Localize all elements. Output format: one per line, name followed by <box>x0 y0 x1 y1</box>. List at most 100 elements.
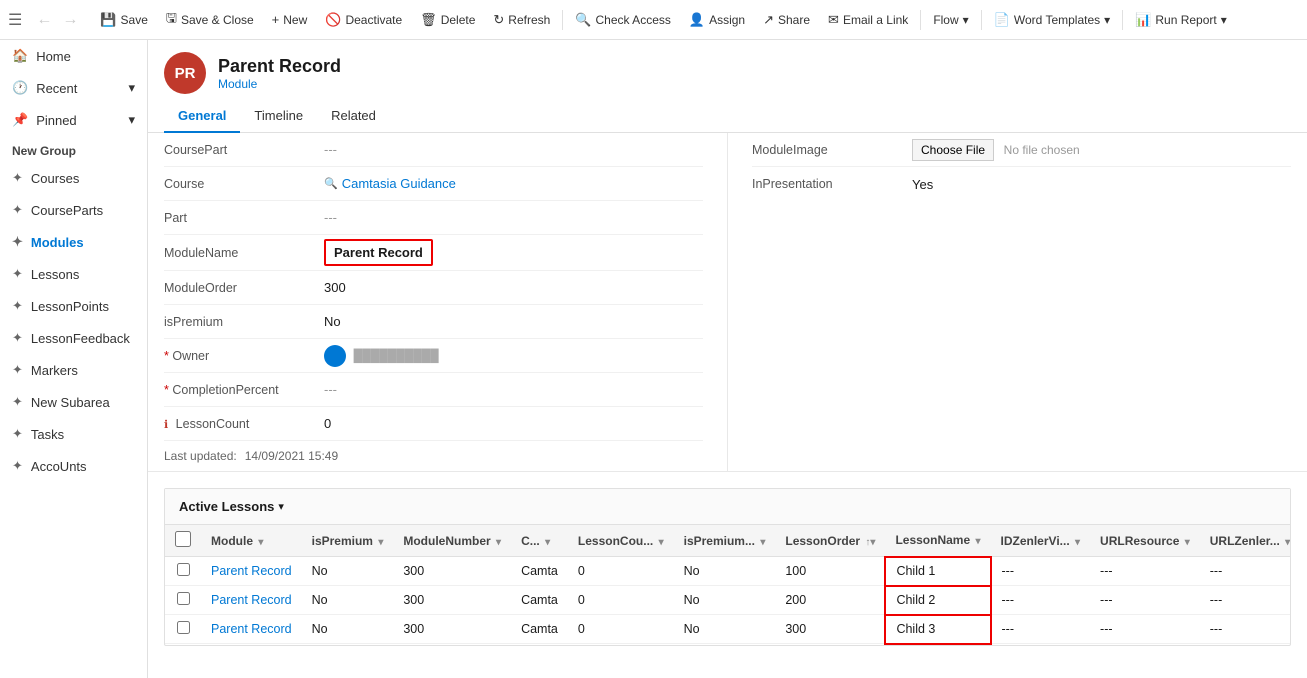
section-chevron-icon[interactable]: ▾ <box>278 500 284 513</box>
value-part: --- <box>324 210 703 225</box>
tab-related[interactable]: Related <box>317 100 390 133</box>
record-subtitle[interactable]: Module <box>218 77 341 91</box>
delete-button[interactable]: 🗑 Delete <box>412 8 483 32</box>
col-header-c[interactable]: C... ▾ <box>511 525 568 557</box>
value-lessoncount: 0 <box>324 416 703 431</box>
col-header-ispremium[interactable]: isPremium ▾ <box>302 525 394 557</box>
save-close-button[interactable]: 🖫 Save & Close <box>158 5 262 35</box>
form-row-lessoncount: ℹ LessonCount 0 <box>164 407 703 441</box>
accounts-icon: ✦ <box>12 458 23 474</box>
flow-button[interactable]: Flow ▾ <box>925 9 976 31</box>
sidebar-item-recent[interactable]: 🕐 Recent ▾ <box>0 72 147 104</box>
sort-c-icon: ▾ <box>545 537 550 548</box>
label-course: Course <box>164 177 324 191</box>
check-access-button[interactable]: 🔍 Check Access <box>567 8 679 32</box>
forward-button[interactable]: → <box>58 9 82 31</box>
label-lessoncount: ℹ LessonCount <box>164 417 324 431</box>
value-owner: ██████████ <box>324 345 703 367</box>
sidebar-item-pinned[interactable]: 📌 Pinned ▾ <box>0 104 147 136</box>
new-icon: + <box>272 12 280 27</box>
table-scroll: Module ▾ isPremium ▾ ModuleNumber ▾ <box>165 525 1290 645</box>
row-checkbox-0[interactable] <box>177 563 190 576</box>
word-icon: 📄 <box>994 12 1010 28</box>
row-checkbox-2[interactable] <box>177 621 190 634</box>
col-header-ispremium2[interactable]: isPremium... ▾ <box>674 525 776 557</box>
value-moduleorder: 300 <box>324 280 703 295</box>
row-checkbox-1[interactable] <box>177 592 190 605</box>
form-row-course: Course Camtasia Guidance <box>164 167 703 201</box>
cell-ispremium2: No <box>674 557 776 586</box>
cell-urlresource: --- <box>1090 586 1200 615</box>
cell-urlresource: --- <box>1090 557 1200 586</box>
sidebar-item-tasks[interactable]: ✦ Tasks <box>0 418 147 450</box>
toolbar-divider-2 <box>920 10 921 30</box>
col-header-lessoncou[interactable]: LessonCou... ▾ <box>568 525 674 557</box>
label-completionpercent: CompletionPercent <box>164 383 324 397</box>
share-button[interactable]: ↗ Share <box>755 8 818 32</box>
save-button[interactable]: 💾 Save <box>92 8 156 32</box>
sidebar-item-lessonfeedback[interactable]: ✦ LessonFeedback <box>0 322 147 354</box>
toolbar-divider-1 <box>562 10 563 30</box>
col-header-urlzenler[interactable]: URLZenler... ▾ <box>1200 525 1290 557</box>
refresh-button[interactable]: ↻ Refresh <box>485 8 558 32</box>
label-modulename: ModuleName <box>164 246 324 260</box>
sidebar-item-courseparts[interactable]: ✦ CourseParts <box>0 194 147 226</box>
deactivate-button[interactable]: 🚫 Deactivate <box>317 8 410 32</box>
run-report-button[interactable]: 📊 Run Report ▾ <box>1127 8 1235 32</box>
back-button[interactable]: ← <box>32 9 56 31</box>
home-icon: 🏠 <box>12 48 28 64</box>
sidebar-item-home[interactable]: 🏠 Home <box>0 40 147 72</box>
cell-ispremium: No <box>302 615 394 644</box>
assign-button[interactable]: 👤 Assign <box>681 8 753 32</box>
cell-lessonname: Child 2 <box>885 586 990 615</box>
col-header-lessonorder[interactable]: LessonOrder ↑▾ <box>775 525 885 557</box>
pin-icon: 📌 <box>12 112 28 128</box>
cell-module[interactable]: Parent Record <box>201 586 302 615</box>
form-row-coursepart: CoursePart --- <box>164 133 703 167</box>
deactivate-icon: 🚫 <box>325 12 341 28</box>
sidebar-item-lessonpoints[interactable]: ✦ LessonPoints <box>0 290 147 322</box>
sidebar-item-markers[interactable]: ✦ Markers <box>0 354 147 386</box>
cell-module[interactable]: Parent Record <box>201 557 302 586</box>
email-link-button[interactable]: ✉ Email a Link <box>820 8 916 32</box>
value-course[interactable]: Camtasia Guidance <box>324 176 703 191</box>
form-row-moduleimage: ModuleImage Choose File No file chosen <box>752 133 1291 167</box>
cell-lessonname: Child 3 <box>885 615 990 644</box>
new-button[interactable]: + New <box>264 8 316 31</box>
tab-timeline[interactable]: Timeline <box>240 100 317 133</box>
active-lessons-table: Module ▾ isPremium ▾ ModuleNumber ▾ <box>165 525 1290 645</box>
recent-icon: 🕐 <box>12 80 28 96</box>
report-icon: 📊 <box>1135 12 1151 28</box>
cell-module[interactable]: Parent Record <box>201 615 302 644</box>
cell-modulenumber: 300 <box>393 586 511 615</box>
hamburger-menu[interactable]: ☰ <box>8 10 22 30</box>
word-templates-button[interactable]: 📄 Word Templates ▾ <box>986 8 1118 32</box>
col-header-lessonname[interactable]: LessonName ▾ <box>885 525 990 557</box>
sidebar-item-lessons[interactable]: ✦ Lessons <box>0 258 147 290</box>
tasks-icon: ✦ <box>12 426 23 442</box>
lessons-icon: ✦ <box>12 266 23 282</box>
col-header-module[interactable]: Module ▾ <box>201 525 302 557</box>
sidebar-item-accounts[interactable]: ✦ AccoUnts <box>0 450 147 482</box>
main-layout: 🏠 Home 🕐 Recent ▾ 📌 Pinned ▾ New Group ✦… <box>0 40 1307 678</box>
sort-lessonname-icon: ▾ <box>975 536 980 547</box>
sidebar-item-newsubarea[interactable]: ✦ New Subarea <box>0 386 147 418</box>
col-header-urlresource[interactable]: URLResource ▾ <box>1090 525 1200 557</box>
owner-avatar <box>324 345 346 367</box>
cell-urlresource: --- <box>1090 615 1200 644</box>
col-header-modulenumber[interactable]: ModuleNumber ▾ <box>393 525 511 557</box>
tab-general[interactable]: General <box>164 100 240 133</box>
courseparts-icon: ✦ <box>12 202 23 218</box>
choose-file-button[interactable]: Choose File <box>912 139 994 161</box>
label-coursepart: CoursePart <box>164 143 324 157</box>
cell-ispremium: No <box>302 557 394 586</box>
sidebar-item-courses[interactable]: ✦ Courses <box>0 162 147 194</box>
sort-module-icon: ▾ <box>258 537 263 548</box>
cell-ispremium2: No <box>674 615 776 644</box>
sidebar: 🏠 Home 🕐 Recent ▾ 📌 Pinned ▾ New Group ✦… <box>0 40 148 678</box>
select-all-checkbox[interactable] <box>175 531 191 547</box>
record-header: PR Parent Record Module <box>148 40 1307 94</box>
col-header-idzenvii[interactable]: IDZenlerVi... ▾ <box>991 525 1091 557</box>
info-icon: ℹ <box>164 419 168 431</box>
sidebar-item-modules[interactable]: ✦ Modules <box>0 226 147 258</box>
